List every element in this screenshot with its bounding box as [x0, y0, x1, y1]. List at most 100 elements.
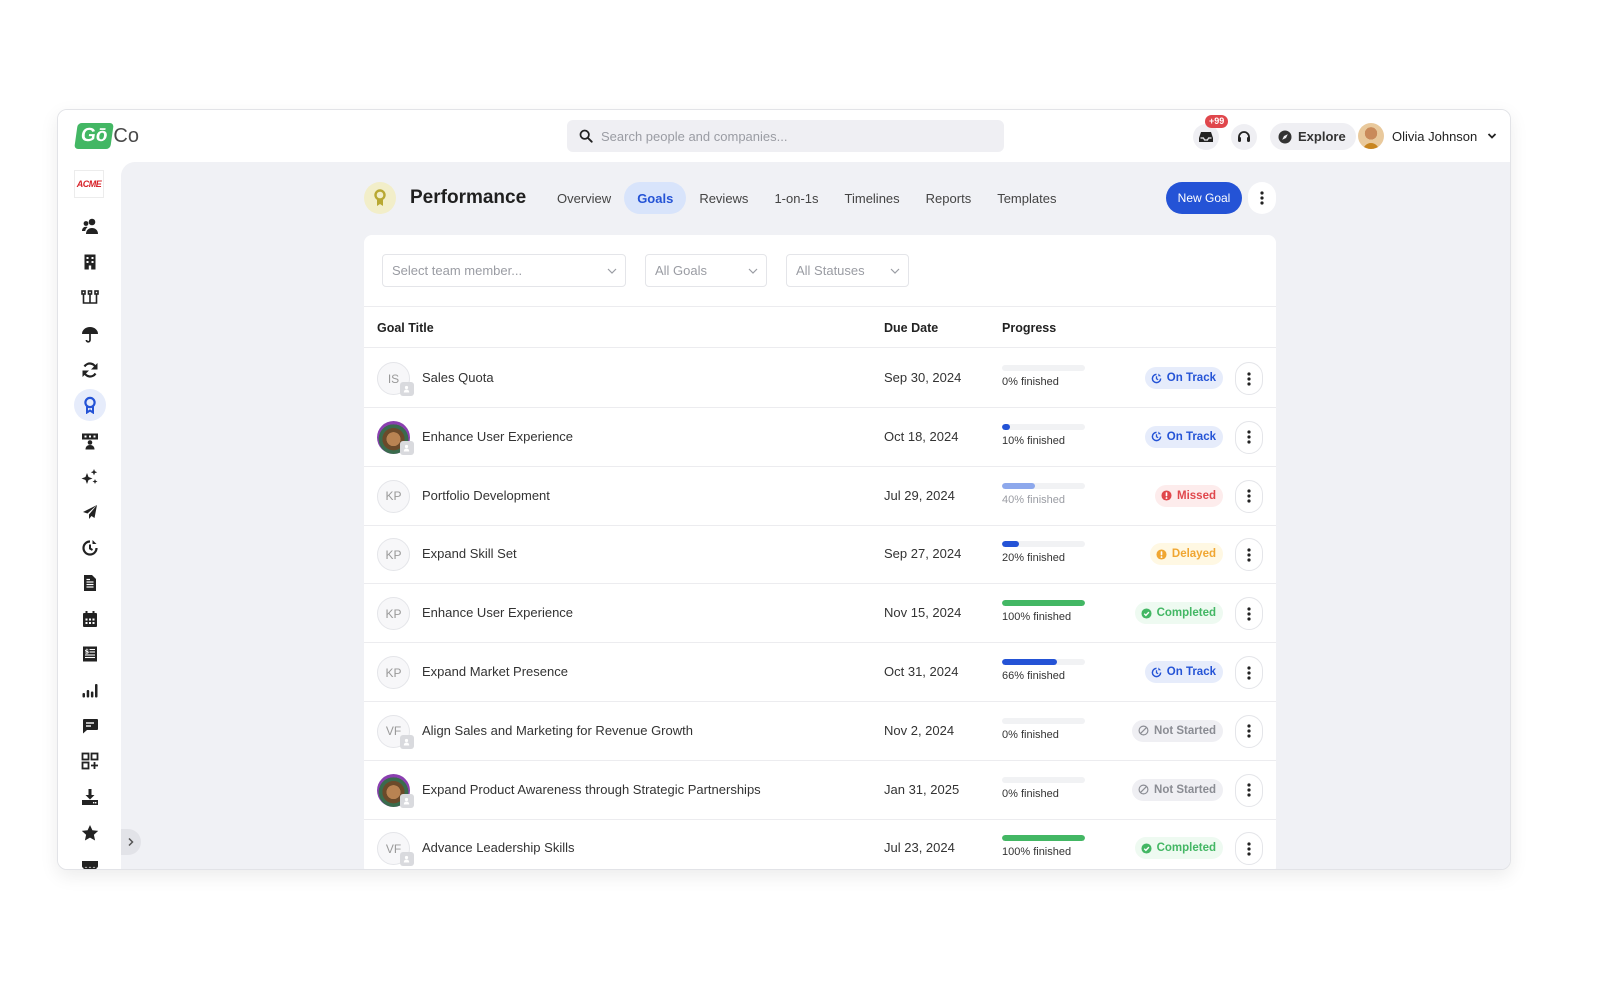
search-input[interactable]: [601, 128, 981, 144]
table-row[interactable]: KP Expand Market Presence Oct 31, 2024 6…: [364, 643, 1276, 702]
column-goal-title[interactable]: Goal Title: [377, 321, 434, 335]
sidebar: ACME $: [58, 162, 121, 869]
status-label: Completed: [1156, 842, 1216, 855]
sidebar-item-performance[interactable]: [74, 389, 106, 421]
table-row[interactable]: Expand Product Awareness through Strateg…: [364, 761, 1276, 820]
sidebar-item-apps[interactable]: [74, 745, 106, 777]
assignee-avatar[interactable]: KP: [377, 479, 410, 513]
goal-title[interactable]: Expand Market Presence: [422, 664, 568, 679]
goals-card: Select team member... All Goals All Stat…: [364, 235, 1276, 869]
more-vertical-icon: [1247, 724, 1251, 738]
due-date: Sep 30, 2024: [884, 370, 962, 385]
status-badge: On Track: [1144, 367, 1223, 389]
status-badge: Delayed: [1149, 543, 1223, 566]
sidebar-item-reports[interactable]: [74, 674, 106, 706]
row-more-button[interactable]: [1235, 773, 1263, 807]
org-chart-icon: [81, 290, 99, 304]
user-menu[interactable]: Olivia Johnson: [1358, 122, 1497, 150]
tab-templates[interactable]: Templates: [984, 182, 1069, 214]
company-logo[interactable]: ACME: [74, 170, 104, 198]
row-more-button[interactable]: [1235, 656, 1263, 689]
search-bar[interactable]: [567, 120, 1004, 152]
status-value: All Statuses: [796, 263, 865, 278]
tab-1-on-1s[interactable]: 1-on-1s: [761, 182, 831, 214]
table-row[interactable]: IS Sales Quota Sep 30, 2024 0% finished …: [364, 349, 1276, 408]
goal-title[interactable]: Portfolio Development: [422, 488, 550, 503]
goals-type-select[interactable]: All Goals: [645, 254, 767, 287]
progress-label: 0% finished: [1002, 787, 1059, 800]
table-row[interactable]: VF Align Sales and Marketing for Revenue…: [364, 702, 1276, 761]
tab-timelines[interactable]: Timelines: [832, 182, 913, 214]
sidebar-item-benefits[interactable]: [74, 318, 106, 350]
row-more-button[interactable]: [1235, 538, 1263, 572]
check-circle-icon: [1141, 843, 1157, 854]
chevron-down-icon: [890, 268, 900, 274]
progress-bar: [1002, 423, 1085, 430]
tab-reviews[interactable]: Reviews: [686, 182, 761, 214]
goal-title[interactable]: Enhance User Experience: [422, 429, 573, 444]
assignee-avatar[interactable]: KP: [377, 656, 410, 689]
team-member-select[interactable]: Select team member...: [382, 254, 626, 287]
table-row[interactable]: Enhance User Experience Oct 18, 2024 10%…: [364, 408, 1276, 467]
sidebar-item-payroll[interactable]: $: [74, 638, 106, 670]
sidebar-item-documents[interactable]: [74, 567, 106, 599]
sidebar-item-training[interactable]: [74, 425, 106, 457]
column-progress[interactable]: Progress: [1002, 321, 1056, 335]
more-vertical-icon: [1247, 842, 1251, 856]
status-badge: Missed: [1155, 484, 1223, 507]
column-due-date[interactable]: Due Date: [884, 321, 938, 335]
progress-fill: [1002, 659, 1057, 665]
sidebar-item-time-tracking[interactable]: [74, 532, 106, 564]
goal-title[interactable]: Enhance User Experience: [422, 605, 573, 620]
goal-title[interactable]: Expand Product Awareness through Strateg…: [422, 782, 761, 797]
sidebar-item-sync[interactable]: [74, 354, 106, 386]
row-more-button[interactable]: [1235, 479, 1263, 513]
table-row[interactable]: KP Enhance User Experience Nov 15, 2024 …: [364, 584, 1276, 644]
new-goal-button[interactable]: New Goal: [1166, 182, 1242, 214]
sidebar-item-people[interactable]: [74, 210, 106, 242]
row-more-button[interactable]: [1235, 362, 1263, 395]
progress-label: 0% finished: [1002, 728, 1059, 741]
sidebar-item-org-chart[interactable]: [74, 282, 106, 314]
table-row[interactable]: KP Expand Skill Set Sep 27, 2024 20% fin…: [364, 525, 1276, 585]
support-button[interactable]: [1231, 124, 1257, 150]
tab-goals[interactable]: Goals: [624, 182, 687, 214]
sidebar-item-time-off[interactable]: [74, 496, 106, 528]
row-more-button[interactable]: [1235, 714, 1263, 748]
more-vertical-icon: [1247, 371, 1251, 386]
goal-title[interactable]: Expand Skill Set: [422, 546, 517, 561]
table-row[interactable]: KP Portfolio Development Jul 29, 2024 40…: [364, 467, 1276, 526]
sidebar-item-ai[interactable]: [74, 461, 106, 493]
row-more-button[interactable]: [1235, 597, 1263, 631]
row-more-button[interactable]: [1235, 420, 1263, 454]
top-bar: Gō Co +99 Explore Olivia Johnson: [58, 110, 1510, 162]
status-select[interactable]: All Statuses: [786, 254, 909, 287]
assignee-type-icon: [400, 734, 414, 749]
tab-overview[interactable]: Overview: [544, 182, 624, 214]
message-icon: [83, 719, 98, 734]
sidebar-item-downloads[interactable]: [74, 781, 106, 813]
assignee-avatar[interactable]: KP: [377, 538, 410, 572]
logo-go: Gō: [74, 123, 115, 149]
assignee-avatar[interactable]: KP: [377, 597, 410, 631]
goal-title[interactable]: Sales Quota: [422, 370, 494, 385]
sidebar-item-favorites[interactable]: [74, 817, 106, 849]
tab-reports[interactable]: Reports: [913, 182, 985, 214]
sidebar-item-marketplace[interactable]: [74, 852, 106, 869]
status-label: Completed: [1156, 607, 1216, 620]
goco-logo[interactable]: Gō Co: [74, 122, 139, 150]
sidebar-item-calendar[interactable]: [74, 603, 106, 635]
row-more-button[interactable]: [1235, 832, 1263, 866]
goal-title[interactable]: Advance Leadership Skills: [422, 840, 574, 855]
airplane-icon: [83, 505, 97, 519]
more-vertical-icon: [1247, 489, 1251, 503]
sidebar-item-company[interactable]: [74, 246, 106, 278]
goal-title[interactable]: Align Sales and Marketing for Revenue Gr…: [422, 723, 693, 738]
payroll-icon: $: [83, 646, 97, 662]
page-more-button[interactable]: [1248, 182, 1276, 214]
due-date: Nov 2, 2024: [884, 722, 955, 738]
table-row[interactable]: VF Advance Leadership Skills Jul 23, 202…: [364, 819, 1276, 869]
sidebar-item-messages[interactable]: [74, 710, 106, 742]
chevron-down-icon: [1488, 133, 1497, 139]
explore-button[interactable]: Explore: [1270, 123, 1356, 150]
